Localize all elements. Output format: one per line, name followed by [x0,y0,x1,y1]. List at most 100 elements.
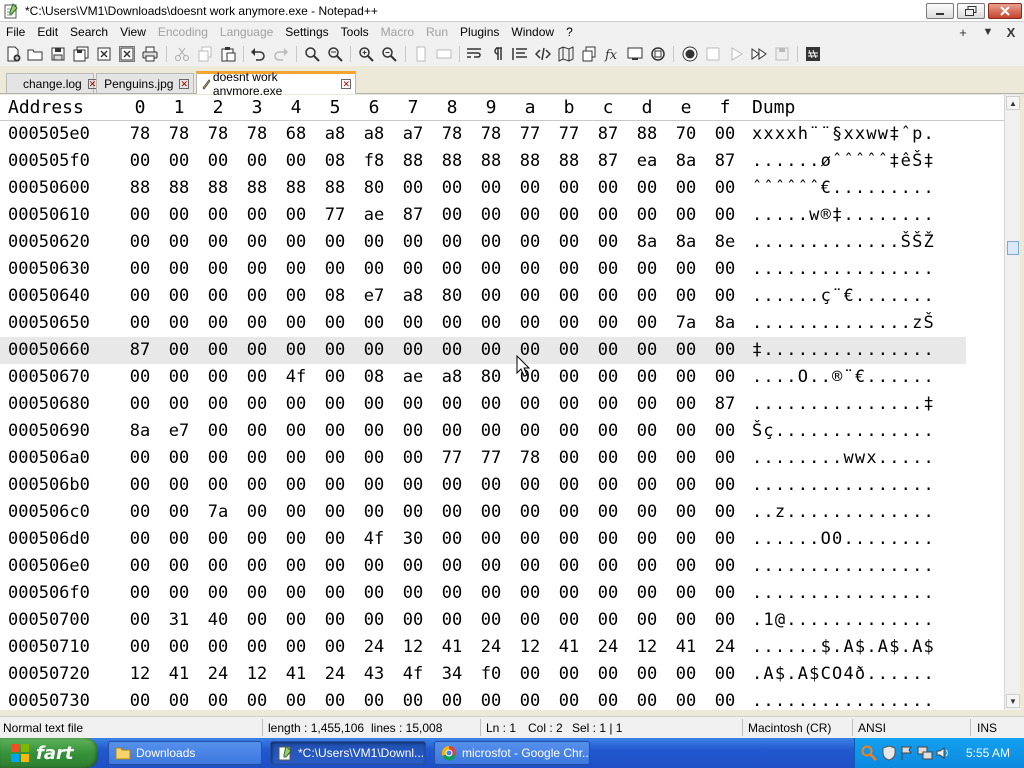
folder-workspace-icon[interactable] [627,46,643,62]
hex-byte[interactable]: 00 [479,229,503,256]
hex-byte[interactable]: 00 [206,148,230,175]
vertical-scrollbar[interactable]: ▲ ▼ [1004,95,1020,710]
hex-row[interactable]: 000506c0 00 00 7a 00 00 00 00 00 00 00 00 00 00 00 00 00… [0,499,966,526]
paste-icon[interactable] [220,46,236,62]
hex-byte[interactable]: 00 [674,364,698,391]
save-icon[interactable] [50,46,66,62]
hex-byte[interactable]: 00 [206,202,230,229]
hex-byte[interactable]: 00 [479,310,503,337]
hex-byte[interactable]: 00 [206,634,230,661]
hex-byte[interactable]: 00 [635,688,659,710]
hex-byte[interactable]: 00 [167,337,191,364]
hex-byte[interactable]: 4f [362,526,386,553]
zoom-in-icon[interactable] [358,46,374,62]
hex-row[interactable]: 00050630 00 00 00 00 00 00 00 00 00 00 00 00 00 00 00 00… [0,256,966,283]
status-eol[interactable]: Macintosh (CR) [748,721,831,735]
save-macro-icon[interactable] [774,46,790,62]
hex-byte[interactable]: 00 [674,175,698,202]
hex-byte[interactable]: 00 [596,283,620,310]
stop-macro-icon[interactable] [705,46,721,62]
hex-byte[interactable]: 78 [245,121,269,148]
hex-byte[interactable]: 00 [518,175,542,202]
hex-byte[interactable]: 00 [128,310,152,337]
hex-byte[interactable]: 00 [596,175,620,202]
hex-byte[interactable]: 00 [167,148,191,175]
hex-byte[interactable]: 12 [401,634,425,661]
hex-byte[interactable]: 00 [167,391,191,418]
hex-row[interactable]: 000506e0 00 00 00 00 00 00 00 00 00 00 00 00 00 00 00 00… [0,553,966,580]
hex-byte[interactable]: 24 [479,634,503,661]
hex-byte[interactable]: 12 [245,661,269,688]
hex-byte[interactable]: 00 [557,661,581,688]
sync-horizontal-icon[interactable] [436,46,452,62]
hex-row[interactable]: 00050730 00 00 00 00 00 00 00 00 00 00 00 00 00 00 00 00… [0,688,966,710]
hex-byte[interactable]: 00 [596,499,620,526]
hex-byte[interactable]: 00 [713,607,737,634]
hex-byte[interactable]: 00 [557,445,581,472]
hex-byte[interactable]: 00 [674,202,698,229]
hex-row[interactable]: 000506d0 00 00 00 00 00 00 4f 30 00 00 00 00 00 00 00 00… [0,526,966,553]
hex-byte[interactable]: 12 [518,634,542,661]
hex-row[interactable]: 00050660 87 00 00 00 00 00 00 00 00 00 00 00 00 00 00 00… [0,337,966,364]
hex-byte[interactable]: 00 [635,337,659,364]
status-insert-mode[interactable]: INS [977,721,997,735]
row-dump[interactable]: ‡............... [752,337,935,364]
hex-byte[interactable]: 00 [401,229,425,256]
hex-byte[interactable]: 4f [284,364,308,391]
hex-byte[interactable]: 12 [635,634,659,661]
hex-byte[interactable]: 41 [674,634,698,661]
hex-byte[interactable]: 00 [206,364,230,391]
close-all-icon[interactable] [119,46,135,62]
hex-byte[interactable]: 00 [245,337,269,364]
cut-icon[interactable] [174,46,190,62]
hex-byte[interactable]: 00 [674,472,698,499]
replace-icon[interactable] [327,46,343,62]
hex-byte[interactable]: 00 [479,607,503,634]
hex-byte[interactable]: 00 [284,526,308,553]
hex-byte[interactable]: 00 [557,553,581,580]
hex-byte[interactable]: 00 [557,310,581,337]
hex-byte[interactable]: 00 [167,364,191,391]
title-bar[interactable]: *C:\Users\VM1\Downloads\doesnt work anym… [0,0,1024,22]
hex-byte[interactable]: 00 [401,175,425,202]
hex-byte[interactable]: 00 [557,607,581,634]
hex-byte[interactable]: 00 [713,256,737,283]
hex-byte[interactable]: 00 [284,688,308,710]
hex-byte[interactable]: 00 [635,607,659,634]
hex-byte[interactable]: 00 [401,607,425,634]
indent-guide-icon[interactable] [512,46,528,62]
hex-byte[interactable]: 00 [128,688,152,710]
tab-doesnt-work-anymore[interactable]: doesnt work anymore.exe ✕ [196,70,356,98]
hex-byte[interactable]: 00 [635,391,659,418]
hex-byte[interactable]: 68 [284,121,308,148]
hex-byte[interactable]: 00 [518,661,542,688]
hex-byte[interactable]: 00 [401,445,425,472]
hex-byte[interactable]: 00 [323,391,347,418]
hex-byte[interactable]: 00 [128,445,152,472]
hex-byte[interactable]: 8a [674,229,698,256]
hex-byte[interactable]: 00 [245,364,269,391]
hex-byte[interactable]: 00 [362,337,386,364]
row-dump[interactable]: ....O..®¨€...... [752,364,935,391]
hex-byte[interactable]: 00 [635,364,659,391]
hex-byte[interactable]: 00 [362,499,386,526]
hex-byte[interactable]: 88 [128,175,152,202]
hex-byte[interactable]: 00 [245,229,269,256]
hex-byte[interactable]: 00 [713,121,737,148]
hex-byte[interactable]: 24 [323,661,347,688]
hex-byte[interactable]: 00 [713,175,737,202]
hex-byte[interactable]: 00 [557,472,581,499]
hex-byte[interactable]: 77 [440,445,464,472]
hex-byte[interactable]: 00 [440,607,464,634]
task-notepadpp[interactable]: *C:\Users\VM1\Downl... [270,741,426,765]
hex-byte[interactable]: a8 [401,283,425,310]
hex-byte[interactable]: 00 [323,688,347,710]
new-file-icon[interactable] [5,46,21,62]
hex-byte[interactable]: 87 [596,148,620,175]
row-dump[interactable]: ................ [752,256,935,283]
hex-byte[interactable]: 00 [635,445,659,472]
hex-byte[interactable]: 00 [674,256,698,283]
menu-help[interactable]: ? [560,22,579,42]
copy-icon[interactable] [197,46,213,62]
hex-byte[interactable]: 00 [440,310,464,337]
